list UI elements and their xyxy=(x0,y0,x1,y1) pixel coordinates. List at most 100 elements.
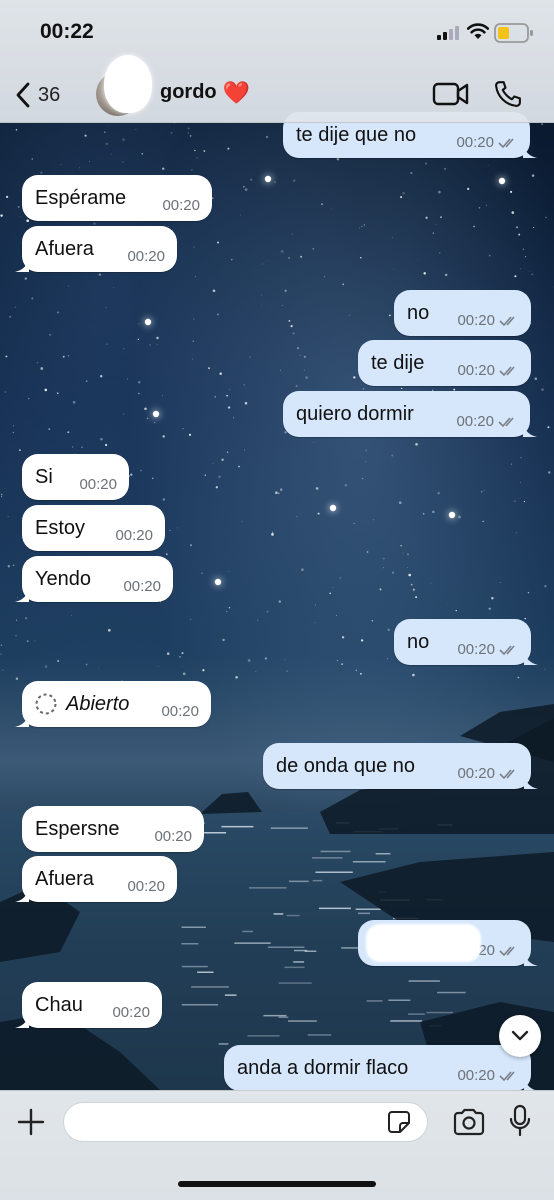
message-bubble-incoming[interactable]: Afuera 00:20 xyxy=(15,856,177,902)
water-reflection xyxy=(315,871,353,873)
star xyxy=(235,675,238,679)
star xyxy=(353,376,356,379)
star xyxy=(363,224,365,226)
star xyxy=(430,582,432,584)
message-bubble-outgoing[interactable]: te dije 00:20 xyxy=(358,340,531,386)
microphone-icon[interactable] xyxy=(508,1104,532,1138)
message-bubble-incoming[interactable]: Si 00:20 xyxy=(22,454,129,500)
video-call-icon[interactable] xyxy=(432,80,470,108)
status-time: 00:22 xyxy=(40,20,94,43)
star xyxy=(292,179,296,182)
water-reflection xyxy=(318,907,351,910)
star xyxy=(103,131,106,133)
star xyxy=(339,577,342,579)
message-bubble-incoming[interactable]: Afuera 00:20 xyxy=(15,226,177,272)
star xyxy=(408,573,412,577)
phone-call-icon[interactable] xyxy=(493,79,523,109)
star xyxy=(291,233,293,235)
contact-name: gordo xyxy=(160,81,217,103)
chevron-left-icon xyxy=(16,82,30,108)
water-reflection xyxy=(191,986,229,988)
star xyxy=(107,125,108,127)
star xyxy=(193,318,195,320)
water-reflection xyxy=(288,1020,317,1022)
message-bubble-outgoing[interactable]: anda a dormir flaco 00:20 xyxy=(224,1045,538,1091)
message-bubble-outgoing[interactable]: quiero dormir 00:20 xyxy=(283,391,537,437)
message-text: Espersne xyxy=(35,817,120,840)
star xyxy=(423,272,426,275)
star xyxy=(529,271,531,272)
star xyxy=(425,162,428,165)
water-reflection xyxy=(263,1014,287,1017)
water-reflection xyxy=(286,914,300,917)
back-button[interactable]: 36 xyxy=(14,80,74,110)
star xyxy=(187,127,190,130)
message-bubble-incoming[interactable]: Yendo 00:20 xyxy=(15,556,173,602)
star xyxy=(299,354,301,356)
star xyxy=(300,255,303,258)
message-bubble-outgoing[interactable]: no 00:20 xyxy=(394,619,538,665)
star xyxy=(286,670,288,672)
message-time: 00:20 xyxy=(162,197,200,214)
star xyxy=(5,195,9,199)
contact-name-button[interactable]: gordo ❤️ xyxy=(160,81,250,104)
star xyxy=(138,323,140,325)
star xyxy=(249,356,251,358)
plus-icon[interactable] xyxy=(16,1107,46,1137)
message-bubble-incoming[interactable]: Espersne 00:20 xyxy=(22,806,204,852)
star xyxy=(189,134,192,137)
bright-star xyxy=(498,177,506,185)
camera-icon[interactable] xyxy=(452,1108,486,1136)
message-bubble-incoming[interactable]: Chau 00:20 xyxy=(15,982,162,1028)
star xyxy=(93,222,96,225)
chevron-down-icon xyxy=(511,1030,529,1041)
star xyxy=(0,493,3,496)
star xyxy=(297,347,299,349)
star xyxy=(126,378,128,380)
view-once-icon xyxy=(35,693,57,715)
sticker-icon[interactable] xyxy=(387,1110,411,1134)
water-reflection xyxy=(242,930,253,933)
star xyxy=(362,388,365,390)
star xyxy=(290,325,293,328)
star xyxy=(435,224,437,226)
star xyxy=(130,473,133,476)
double-check-icon xyxy=(499,945,515,956)
water-reflection xyxy=(221,825,254,828)
message-bubble-incoming[interactable]: Espérame 00:20 xyxy=(22,175,212,221)
star xyxy=(303,355,306,358)
star xyxy=(279,488,283,491)
star xyxy=(226,394,228,397)
star xyxy=(458,515,461,519)
view-once-message-bubble[interactable]: Abierto 00:20 xyxy=(15,681,211,727)
star xyxy=(49,334,51,336)
star xyxy=(406,553,410,556)
message-text: Yendo xyxy=(35,567,91,590)
star xyxy=(510,190,513,193)
star xyxy=(123,413,125,415)
star xyxy=(226,451,229,453)
message-input[interactable] xyxy=(78,1103,382,1143)
star xyxy=(56,311,60,314)
bright-star xyxy=(214,578,222,586)
star xyxy=(330,208,332,210)
star xyxy=(9,316,11,318)
star xyxy=(499,581,501,583)
bubble-tail xyxy=(15,1014,29,1028)
star xyxy=(455,609,457,612)
message-bubble-outgoing[interactable]: no 00:20 xyxy=(394,290,531,336)
message-bubble-outgoing[interactable]: de onda que no 00:20 xyxy=(263,743,538,789)
star xyxy=(156,344,158,345)
star xyxy=(478,207,481,209)
star xyxy=(166,652,170,655)
message-input-field[interactable] xyxy=(63,1102,428,1143)
star xyxy=(329,592,332,595)
star xyxy=(531,273,533,276)
message-bubble-incoming[interactable]: Estoy 00:20 xyxy=(22,505,165,551)
water-reflection xyxy=(312,879,323,882)
message-time: 00:20 xyxy=(127,878,165,895)
star xyxy=(56,392,59,395)
double-check-icon xyxy=(499,644,515,655)
scroll-to-bottom-button[interactable] xyxy=(499,1015,541,1057)
star xyxy=(491,597,494,600)
